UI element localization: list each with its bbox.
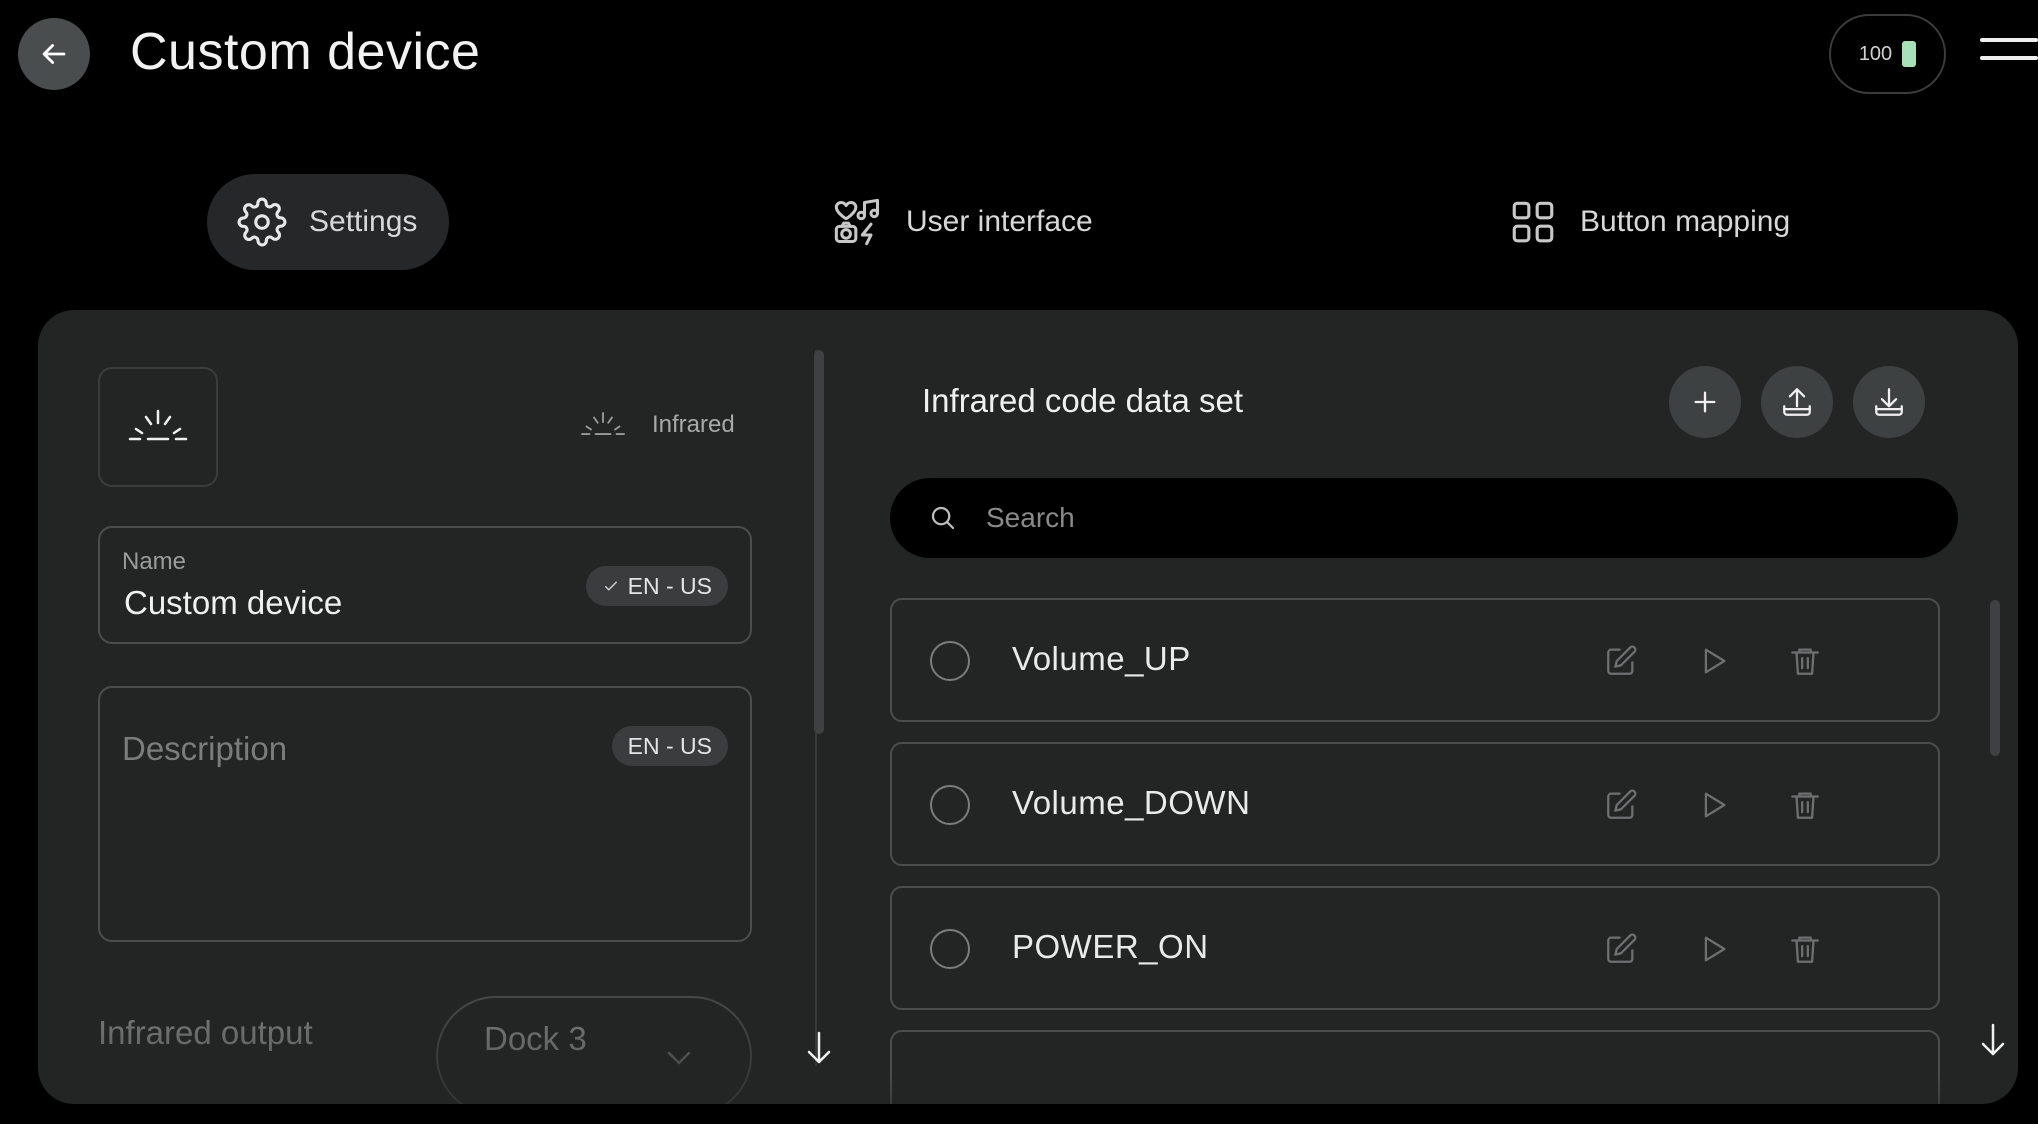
add-code-button[interactable] <box>1669 366 1741 438</box>
code-name: Volume_DOWN <box>1012 784 1251 821</box>
dataset-title: Infrared code data set <box>922 382 1244 419</box>
menu-line <box>1980 56 2038 60</box>
infrared-output-value: Dock 3 <box>484 1020 587 1057</box>
description-language-button[interactable]: EN - US <box>611 726 728 766</box>
play-icon[interactable] <box>1696 788 1730 822</box>
description-placeholder: Description <box>122 730 288 767</box>
battery-indicator[interactable]: 100 <box>1829 14 1946 94</box>
infrared-icon <box>128 409 188 441</box>
search-icon <box>931 506 955 530</box>
trash-icon[interactable] <box>1788 788 1822 822</box>
grid-icon <box>1512 201 1554 243</box>
play-icon[interactable] <box>1696 644 1730 678</box>
tab-label: User interface <box>906 205 1093 238</box>
ui-icons-icon <box>834 198 880 246</box>
download-icon <box>1875 388 1903 416</box>
chevron-down-icon <box>667 1051 691 1065</box>
battery-level: 100 <box>1858 42 1893 65</box>
tab-user-interface[interactable]: User interface <box>832 174 1093 270</box>
tab-settings[interactable]: Settings <box>207 174 450 270</box>
name-language-button[interactable]: EN - US <box>585 566 728 606</box>
list-item[interactable]: Volume_UP <box>890 598 1940 722</box>
name-value: Custom device <box>124 584 343 621</box>
name-field[interactable]: Name Custom device EN - US <box>98 526 752 644</box>
left-scrollbar[interactable] <box>814 350 824 734</box>
settings-panel: Infrared Name Custom device EN - US Desc… <box>38 310 2018 1104</box>
arrow-down-icon[interactable] <box>806 1030 832 1066</box>
battery-icon <box>1902 41 1917 67</box>
upload-button[interactable] <box>1761 366 1833 438</box>
description-field[interactable]: Description EN - US <box>98 686 752 942</box>
device-type-label: Infrared <box>652 411 735 438</box>
select-radio[interactable] <box>930 641 970 681</box>
language-label: EN - US <box>627 732 712 759</box>
list-item[interactable]: POWER_ON <box>890 886 1940 1010</box>
infrared-icon <box>581 412 625 435</box>
upload-icon <box>1783 388 1811 416</box>
infrared-output-select[interactable]: Dock 3 <box>436 996 752 1104</box>
device-type: Infrared <box>578 410 735 440</box>
page-title: Custom device <box>130 23 481 81</box>
code-list: Volume_UP Volume_DOWN POWER_ON <box>890 598 1980 1104</box>
code-name: POWER_ON <box>1012 928 1209 965</box>
name-label: Name <box>122 548 187 575</box>
play-icon[interactable] <box>1696 932 1730 966</box>
list-item[interactable] <box>890 1030 1940 1104</box>
code-name: Volume_UP <box>1012 640 1191 677</box>
select-radio[interactable] <box>930 785 970 825</box>
search-placeholder: Search <box>986 502 1075 533</box>
menu-line <box>1980 38 2038 42</box>
plus-icon <box>1694 391 1716 413</box>
tab-label: Button mapping <box>1580 205 1791 238</box>
arrow-left-icon <box>42 44 66 64</box>
edit-icon[interactable] <box>1604 644 1638 678</box>
infrared-output-label: Infrared output <box>98 1014 313 1051</box>
select-radio[interactable] <box>930 929 970 969</box>
search-input[interactable]: Search <box>890 478 1958 558</box>
device-icon-picker[interactable] <box>98 367 218 487</box>
download-button[interactable] <box>1853 366 1925 438</box>
edit-icon[interactable] <box>1604 932 1638 966</box>
gear-icon <box>237 197 287 247</box>
menu-button[interactable] <box>1980 38 2038 68</box>
right-scrollbar[interactable] <box>1990 600 2000 756</box>
edit-icon[interactable] <box>1604 788 1638 822</box>
list-item[interactable]: Volume_DOWN <box>890 742 1940 866</box>
language-label: EN - US <box>627 572 712 599</box>
trash-icon[interactable] <box>1788 644 1822 678</box>
tab-label: Settings <box>309 205 418 238</box>
tab-button-mapping[interactable]: Button mapping <box>1508 174 1790 270</box>
check-icon <box>604 581 617 591</box>
back-button[interactable] <box>18 18 90 90</box>
arrow-down-icon[interactable] <box>1980 1022 2006 1058</box>
trash-icon[interactable] <box>1788 932 1822 966</box>
